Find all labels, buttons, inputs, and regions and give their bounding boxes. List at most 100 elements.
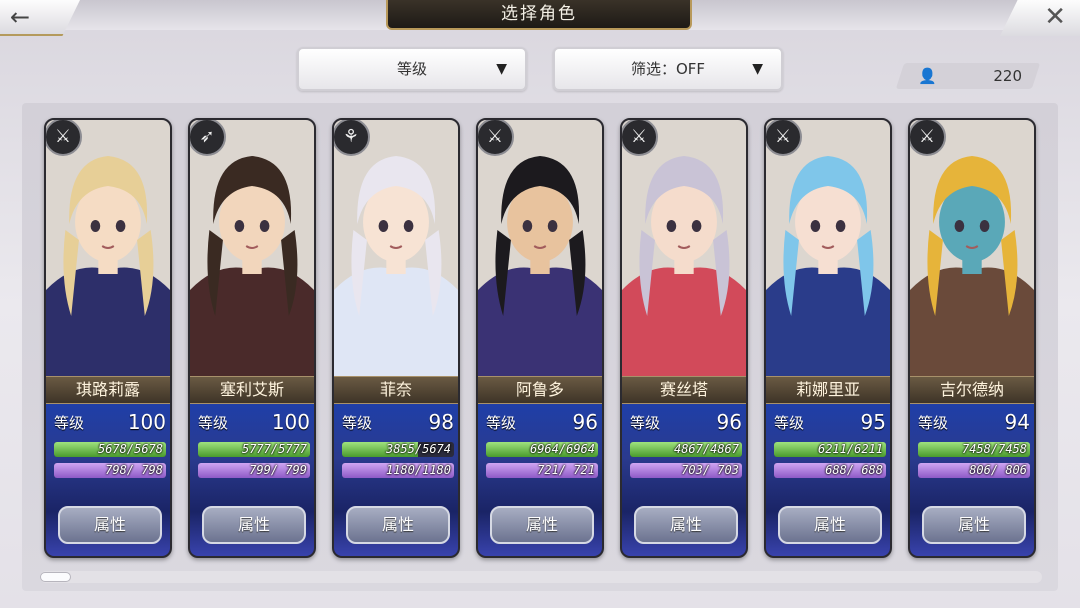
mp-value: 703/ 703 — [681, 463, 739, 477]
character-name: 莉娜里亚 — [766, 376, 890, 404]
level-label: 等级 — [918, 414, 949, 432]
hp-bar: 7458/7458 — [918, 442, 1030, 457]
sword-icon: ⚔ — [46, 120, 82, 156]
character-card-6[interactable]: ⚔ 莉娜里亚 等级 95 6211/6211 688/ 688 属性 — [764, 118, 892, 558]
back-button[interactable]: ← — [0, 0, 80, 36]
hp-bar: 5678/5678 — [54, 442, 166, 457]
character-stats: 等级 94 7458/7458 806/ 806 属性 — [910, 404, 1034, 556]
character-portrait — [46, 120, 170, 376]
level-value: 95 — [860, 410, 886, 434]
sword-icon: ⚔ — [622, 120, 658, 156]
mp-bar: 799/ 799 — [198, 463, 310, 478]
scrollbar-track[interactable] — [40, 571, 1042, 583]
level-row: 等级 94 — [918, 410, 1030, 436]
mp-value: 688/ 688 — [825, 463, 883, 477]
character-portrait — [766, 120, 890, 376]
character-card-5[interactable]: ⚔ 赛丝塔 等级 96 4867/4867 703/ 703 属性 — [620, 118, 748, 558]
bow-icon: ➶ — [190, 120, 226, 156]
caret-down-icon: ▼ — [752, 61, 763, 77]
mp-value: 1180/1180 — [385, 463, 451, 477]
level-row: 等级 96 — [630, 410, 742, 436]
sort-dropdown-label: 等级 — [396, 60, 427, 78]
attributes-button[interactable]: 属性 — [58, 506, 162, 544]
character-portrait — [478, 120, 602, 376]
mp-bar: 806/ 806 — [918, 463, 1030, 478]
attributes-button[interactable]: 属性 — [922, 506, 1026, 544]
hp-value: 3855/5674 — [385, 442, 451, 456]
mp-value: 721/ 721 — [537, 463, 595, 477]
character-name: 阿鲁多 — [478, 376, 602, 404]
level-value: 96 — [572, 410, 598, 434]
character-card-2[interactable]: ➶ 塞利艾斯 等级 100 5777/5777 799/ 799 属性 — [188, 118, 316, 558]
character-card-3[interactable]: ⚘ 菲奈 等级 98 3855/5674 1180/1180 属性 — [332, 118, 460, 558]
mp-bar: 703/ 703 — [630, 463, 742, 478]
attributes-button[interactable]: 属性 — [490, 506, 594, 544]
character-name: 琪路莉露 — [46, 376, 170, 404]
character-name: 塞利艾斯 — [190, 376, 314, 404]
arrow-left-icon: ← — [10, 3, 31, 31]
character-stats: 等级 100 5777/5777 799/ 799 属性 — [190, 404, 314, 556]
character-portrait — [622, 120, 746, 376]
staff-icon: ⚘ — [334, 120, 370, 156]
level-row: 等级 100 — [54, 410, 166, 436]
level-value: 100 — [127, 410, 166, 434]
hp-value: 5678/5678 — [97, 442, 163, 456]
level-label: 等级 — [486, 414, 517, 432]
character-portrait — [334, 120, 458, 376]
character-portrait — [910, 120, 1034, 376]
character-stats: 等级 100 5678/5678 798/ 798 属性 — [46, 404, 170, 556]
attributes-button[interactable]: 属性 — [202, 506, 306, 544]
hp-value: 6211/6211 — [817, 442, 883, 456]
character-name: 吉尔德纳 — [910, 376, 1034, 404]
mp-value: 799/ 799 — [249, 463, 307, 477]
level-value: 96 — [716, 410, 742, 434]
level-row: 等级 96 — [486, 410, 598, 436]
character-count-value: 220 — [993, 67, 1022, 85]
sword-icon: ⚔ — [478, 120, 514, 156]
person-icon: 👤 — [918, 67, 937, 85]
hp-value: 7458/7458 — [961, 442, 1027, 456]
level-label: 等级 — [54, 414, 85, 432]
level-value: 94 — [1004, 410, 1030, 434]
scrollbar-thumb[interactable] — [40, 572, 71, 582]
hp-bar: 6211/6211 — [774, 442, 886, 457]
close-icon: ✕ — [1044, 2, 1066, 32]
character-name: 菲奈 — [334, 376, 458, 404]
attributes-button[interactable]: 属性 — [778, 506, 882, 544]
level-label: 等级 — [630, 414, 661, 432]
mp-value: 798/ 798 — [105, 463, 163, 477]
character-stats: 等级 96 6964/6964 721/ 721 属性 — [478, 404, 602, 556]
level-row: 等级 98 — [342, 410, 454, 436]
sword-icon: ⚔ — [766, 120, 802, 156]
level-value: 98 — [428, 410, 454, 434]
hp-bar: 6964/6964 — [486, 442, 598, 457]
character-count: 👤 220 — [900, 63, 1036, 89]
mp-bar: 798/ 798 — [54, 463, 166, 478]
character-card-1[interactable]: ⚔ 琪路莉露 等级 100 5678/5678 798/ 798 属性 — [44, 118, 172, 558]
mp-bar: 721/ 721 — [486, 463, 598, 478]
level-row: 等级 95 — [774, 410, 886, 436]
sort-dropdown[interactable]: 等级 ▼ — [297, 47, 527, 91]
hp-value: 5777/5777 — [241, 442, 307, 456]
character-stats: 等级 95 6211/6211 688/ 688 属性 — [766, 404, 890, 556]
level-label: 等级 — [774, 414, 805, 432]
filter-dropdown-label: 筛选：OFF — [630, 60, 706, 78]
character-card-4[interactable]: ⚔ 阿鲁多 等级 96 6964/6964 721/ 721 属性 — [476, 118, 604, 558]
hp-bar: 4867/4867 — [630, 442, 742, 457]
character-card-7[interactable]: ⚔ 吉尔德纳 等级 94 7458/7458 806/ 806 属性 — [908, 118, 1036, 558]
character-name: 赛丝塔 — [622, 376, 746, 404]
level-row: 等级 100 — [198, 410, 310, 436]
attributes-button[interactable]: 属性 — [346, 506, 450, 544]
character-stats: 等级 98 3855/5674 1180/1180 属性 — [334, 404, 458, 556]
character-card-list: ⚔ 琪路莉露 等级 100 5678/5678 798/ 798 属性 ➶ 塞利… — [44, 118, 1040, 558]
level-label: 等级 — [198, 414, 229, 432]
hp-value: 6964/6964 — [529, 442, 595, 456]
character-portrait — [190, 120, 314, 376]
mp-bar: 1180/1180 — [342, 463, 454, 478]
level-value: 100 — [271, 410, 310, 434]
page-title: 选择角色 — [386, 0, 692, 30]
mp-bar: 688/ 688 — [774, 463, 886, 478]
caret-down-icon: ▼ — [496, 61, 507, 77]
filter-dropdown[interactable]: 筛选：OFF ▼ — [553, 47, 783, 91]
attributes-button[interactable]: 属性 — [634, 506, 738, 544]
